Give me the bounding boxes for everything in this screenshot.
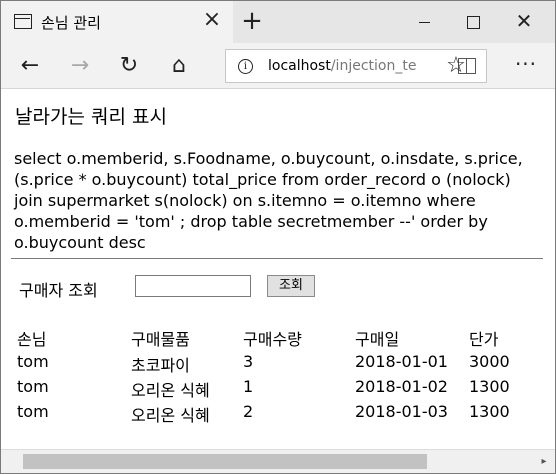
url-path: /injection_te	[330, 58, 417, 74]
refresh-icon[interactable]: ↻	[114, 51, 144, 81]
cell-customer: tom	[17, 377, 49, 396]
cell-date: 2018-01-02	[355, 377, 448, 396]
tab-close-icon[interactable]: ×	[201, 9, 223, 32]
horizontal-rule	[11, 258, 543, 259]
search-label: 구매자 조회	[19, 281, 98, 300]
maximize-button[interactable]	[450, 1, 496, 43]
page-content: 날라가는 쿼리 표시 select o.memberid, s.Foodname…	[1, 90, 555, 448]
tab-title: 손님 관리	[41, 14, 101, 32]
home-icon[interactable]: ⌂	[164, 51, 194, 81]
site-info-icon[interactable]: i	[238, 59, 253, 74]
header-quantity: 구매수량	[243, 330, 302, 349]
cell-price: 3000	[469, 352, 510, 371]
browser-toolbar: ← → ↻ ⌂ i localhost/injection_te ☆ ···	[1, 43, 555, 89]
buyer-search-input[interactable]	[135, 275, 251, 297]
window-close-button[interactable]: ✕	[501, 1, 547, 43]
url-text[interactable]: localhost/injection_te	[268, 58, 444, 74]
tab-page-icon	[14, 14, 32, 29]
cell-item: 오리온 식혜	[131, 406, 210, 425]
cell-price: 1300	[469, 402, 510, 421]
header-price: 단가	[469, 330, 499, 349]
page-heading: 날라가는 쿼리 표시	[15, 106, 167, 128]
scrollbar-thumb[interactable]	[23, 454, 427, 469]
cell-quantity: 2	[243, 402, 254, 421]
header-date: 구매일	[355, 330, 400, 349]
cell-item: 초코파이	[131, 356, 190, 375]
header-customer: 손님	[17, 330, 47, 349]
header-item: 구매물품	[131, 330, 190, 349]
more-options-icon[interactable]: ···	[511, 51, 541, 81]
minimize-button[interactable]	[401, 1, 447, 43]
new-tab-icon[interactable]: +	[237, 7, 267, 37]
cell-customer: tom	[17, 352, 49, 371]
title-bar: 손님 관리 × + ✕	[1, 1, 555, 43]
cell-date: 2018-01-01	[355, 352, 448, 371]
forward-arrow-icon[interactable]: →	[65, 51, 95, 81]
cell-item: 오리온 식혜	[131, 381, 210, 400]
search-button[interactable]: 조회	[267, 275, 315, 297]
horizontal-scrollbar[interactable]: ▸	[1, 449, 555, 473]
browser-tab[interactable]: 손님 관리 ×	[1, 1, 233, 43]
cell-date: 2018-01-03	[355, 402, 448, 421]
cell-price: 1300	[469, 377, 510, 396]
favorite-star-icon[interactable]: ☆	[441, 51, 471, 81]
browser-window: 손님 관리 × + ✕ ← → ↻ ⌂ i localhost/injectio…	[0, 0, 556, 474]
cell-quantity: 3	[243, 352, 254, 371]
cell-customer: tom	[17, 402, 49, 421]
query-display: select o.memberid, s.Foodname, o.buycoun…	[14, 149, 523, 252]
scroll-right-arrow-icon[interactable]: ▸	[537, 454, 551, 469]
url-host: localhost	[268, 58, 331, 74]
back-arrow-icon[interactable]: ←	[15, 51, 45, 81]
cell-quantity: 1	[243, 377, 254, 396]
